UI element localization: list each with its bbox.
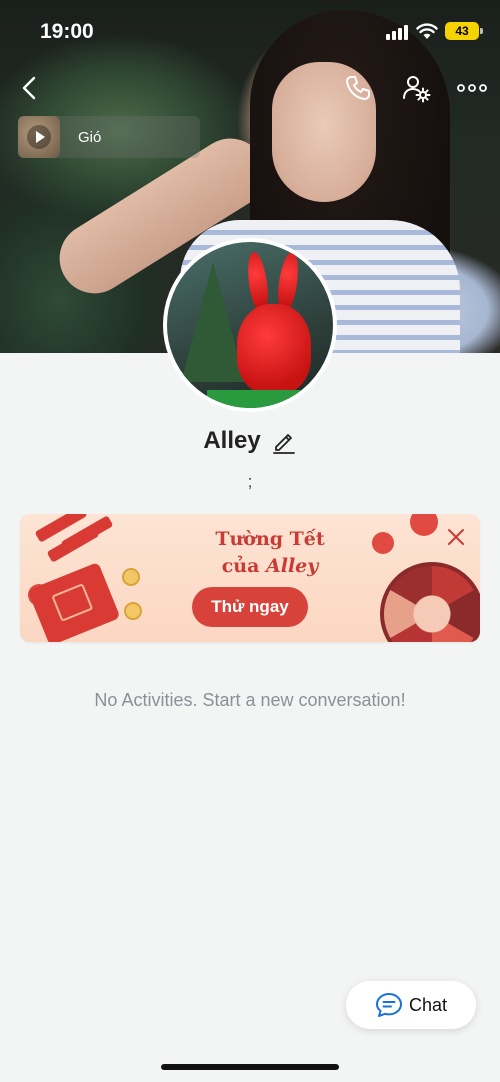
profile-name-row: Alley [0, 424, 500, 458]
pencil-icon[interactable] [271, 428, 297, 454]
profile-settings-button[interactable] [398, 70, 434, 106]
profile-music[interactable]: Gió [18, 116, 200, 158]
avatar[interactable] [163, 238, 337, 412]
candy-tray-decoration [380, 562, 480, 642]
avatar-bunny [237, 304, 311, 394]
try-now-button[interactable]: Thử ngay [192, 587, 308, 627]
cellular-signal-icon [386, 24, 410, 40]
status-time: 19:00 [40, 20, 94, 43]
play-icon [27, 125, 51, 149]
status-bar: 19:00 43 [0, 0, 500, 62]
chat-button[interactable]: Chat [346, 981, 476, 1029]
phone-icon [346, 76, 370, 100]
tet-wall-banner[interactable]: Tường Tết của Alley Thử ngay [20, 514, 480, 642]
more-horizontal-icon [457, 84, 487, 92]
battery-level: 43 [455, 24, 469, 38]
flower-decoration [410, 514, 438, 536]
more-options-button[interactable] [454, 70, 490, 106]
battery-icon: 43 [445, 22, 483, 40]
wifi-icon [416, 23, 438, 39]
user-settings-icon [403, 76, 431, 103]
chevron-left-icon [22, 76, 36, 100]
profile-status: ; [247, 472, 253, 491]
close-icon[interactable] [445, 526, 467, 548]
music-album-art [18, 116, 60, 158]
profile-name: Alley [203, 427, 261, 454]
coin-decoration [124, 602, 142, 620]
banner-subtitle: của Alley [170, 555, 370, 577]
banner-title: Tường Tết [215, 528, 325, 550]
avatar-floor [207, 390, 307, 408]
chat-bubble-icon [375, 993, 402, 1017]
call-button[interactable] [340, 70, 376, 106]
music-title: Gió [78, 128, 102, 146]
banner-subtitle-name: Alley [266, 555, 319, 577]
banner-subtitle-prefix: của [221, 555, 266, 577]
red-envelope-decoration [27, 561, 121, 642]
chat-button-label: Chat [408, 994, 448, 1015]
avatar-tree [181, 262, 245, 382]
back-button[interactable] [12, 70, 48, 106]
flower-decoration [372, 532, 394, 554]
coin-decoration [122, 568, 140, 586]
home-indicator[interactable] [161, 1064, 339, 1070]
empty-activities-message: No Activities. Start a new conversation! [94, 690, 406, 710]
